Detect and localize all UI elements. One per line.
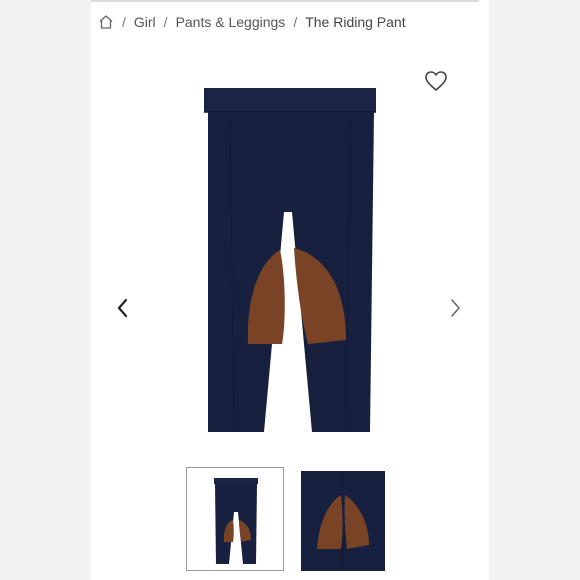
heart-icon[interactable] — [424, 70, 448, 92]
header-divider — [91, 0, 479, 2]
thumbnail-1[interactable] — [186, 467, 284, 571]
home-icon[interactable] — [98, 14, 114, 30]
breadcrumb-separator: / — [293, 14, 298, 30]
chevron-right-icon[interactable] — [445, 296, 465, 320]
breadcrumb: / Girl / Pants & Leggings / The Riding P… — [98, 12, 406, 32]
thumbnail-2[interactable] — [297, 467, 395, 571]
breadcrumb-item-current: The Riding Pant — [305, 14, 406, 30]
breadcrumb-separator: / — [163, 14, 168, 30]
breadcrumb-item-girl[interactable]: Girl — [134, 14, 156, 30]
thumbnail-image — [301, 470, 385, 571]
product-image — [204, 88, 376, 433]
breadcrumb-separator: / — [122, 14, 126, 30]
chevron-left-icon[interactable] — [113, 296, 133, 320]
breadcrumb-item-pants-leggings[interactable]: Pants & Leggings — [176, 14, 286, 30]
thumbnail-image — [214, 478, 258, 564]
